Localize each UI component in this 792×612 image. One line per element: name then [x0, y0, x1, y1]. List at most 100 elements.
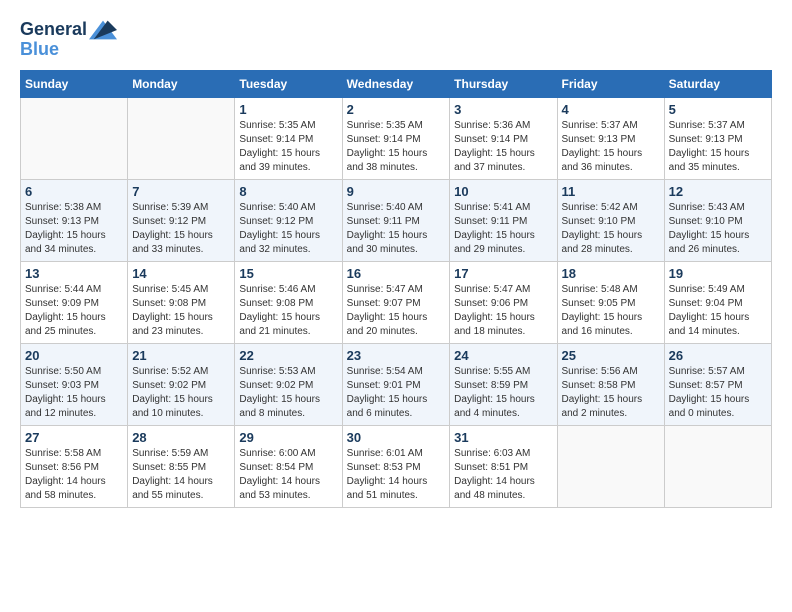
- calendar-cell: 1 Sunrise: 5:35 AMSunset: 9:14 PMDaylight…: [235, 98, 342, 180]
- calendar-cell: 28Sunrise: 5:59 AMSunset: 8:55 PMDayligh…: [128, 426, 235, 508]
- calendar-cell: 22Sunrise: 5:53 AMSunset: 9:02 PMDayligh…: [235, 344, 342, 426]
- day-info: Sunrise: 5:42 AMSunset: 9:10 PMDaylight:…: [562, 201, 660, 257]
- calendar-cell: 6 Sunrise: 5:38 AMSunset: 9:13 PMDaylight…: [21, 180, 128, 262]
- day-number: 24: [454, 348, 552, 363]
- day-info: Sunrise: 5:35 AMSunset: 9:14 PMDaylight:…: [239, 119, 337, 175]
- weekday-header: Friday: [557, 71, 664, 98]
- day-info: Sunrise: 5:43 AMSunset: 9:10 PMDaylight:…: [669, 201, 767, 257]
- day-number: 25: [562, 348, 660, 363]
- day-number: 8: [239, 184, 337, 199]
- calendar-cell: 2 Sunrise: 5:35 AMSunset: 9:14 PMDaylight…: [342, 98, 450, 180]
- day-info: Sunrise: 5:48 AMSunset: 9:05 PMDaylight:…: [562, 283, 660, 339]
- day-number: 23: [347, 348, 446, 363]
- calendar-cell: 19 Sunrise: 5:49 AMSunset: 9:04 PMDayligh…: [664, 262, 771, 344]
- day-number: 1: [239, 102, 337, 117]
- day-info: Sunrise: 5:44 AMSunset: 9:09 PMDaylight:…: [25, 283, 123, 339]
- calendar-cell: 15Sunrise: 5:46 AMSunset: 9:08 PMDayligh…: [235, 262, 342, 344]
- weekday-header: Monday: [128, 71, 235, 98]
- calendar-cell: 13 Sunrise: 5:44 AMSunset: 9:09 PMDayligh…: [21, 262, 128, 344]
- day-info: Sunrise: 6:03 AMSunset: 8:51 PMDaylight:…: [454, 447, 552, 503]
- day-info: Sunrise: 5:36 AMSunset: 9:14 PMDaylight:…: [454, 119, 552, 175]
- calendar-cell: 24 Sunrise: 5:55 AMSunset: 8:59 PMDayligh…: [450, 344, 557, 426]
- day-info: Sunrise: 5:35 AMSunset: 9:14 PMDaylight:…: [347, 119, 446, 175]
- calendar-cell: 3 Sunrise: 5:36 AMSunset: 9:14 PMDaylight…: [450, 98, 557, 180]
- calendar-cell: 10 Sunrise: 5:41 AMSunset: 9:11 PMDayligh…: [450, 180, 557, 262]
- day-info: Sunrise: 5:49 AMSunset: 9:04 PMDaylight:…: [669, 283, 767, 339]
- day-number: 6: [25, 184, 123, 199]
- day-number: 11: [562, 184, 660, 199]
- calendar-cell: 23 Sunrise: 5:54 AMSunset: 9:01 PMDayligh…: [342, 344, 450, 426]
- calendar-cell: 14 Sunrise: 5:45 AMSunset: 9:08 PMDayligh…: [128, 262, 235, 344]
- calendar-header-row: SundayMondayTuesdayWednesdayThursdayFrid…: [21, 71, 772, 98]
- day-number: 14: [132, 266, 230, 281]
- calendar-cell: 17 Sunrise: 5:47 AMSunset: 9:06 PMDayligh…: [450, 262, 557, 344]
- weekday-header: Wednesday: [342, 71, 450, 98]
- calendar-cell: 26 Sunrise: 5:57 AMSunset: 8:57 PMDayligh…: [664, 344, 771, 426]
- day-info: Sunrise: 5:39 AMSunset: 9:12 PMDaylight:…: [132, 201, 230, 257]
- day-number: 19: [669, 266, 767, 281]
- day-info: Sunrise: 5:53 AMSunset: 9:02 PMDaylight:…: [239, 365, 337, 421]
- day-info: Sunrise: 5:37 AMSunset: 9:13 PMDaylight:…: [669, 119, 767, 175]
- calendar-cell: 30 Sunrise: 6:01 AMSunset: 8:53 PMDayligh…: [342, 426, 450, 508]
- weekday-header: Saturday: [664, 71, 771, 98]
- calendar-table: SundayMondayTuesdayWednesdayThursdayFrid…: [20, 70, 772, 508]
- day-info: Sunrise: 5:57 AMSunset: 8:57 PMDaylight:…: [669, 365, 767, 421]
- day-info: Sunrise: 6:00 AMSunset: 8:54 PMDaylight:…: [239, 447, 337, 503]
- day-number: 29: [239, 430, 337, 445]
- day-info: Sunrise: 5:40 AMSunset: 9:11 PMDaylight:…: [347, 201, 446, 257]
- day-info: Sunrise: 5:55 AMSunset: 8:59 PMDaylight:…: [454, 365, 552, 421]
- day-info: Sunrise: 5:58 AMSunset: 8:56 PMDaylight:…: [25, 447, 123, 503]
- day-info: Sunrise: 5:37 AMSunset: 9:13 PMDaylight:…: [562, 119, 660, 175]
- calendar-cell: 8Sunrise: 5:40 AMSunset: 9:12 PMDaylight…: [235, 180, 342, 262]
- day-info: Sunrise: 5:47 AMSunset: 9:06 PMDaylight:…: [454, 283, 552, 339]
- day-number: 3: [454, 102, 552, 117]
- day-info: Sunrise: 5:47 AMSunset: 9:07 PMDaylight:…: [347, 283, 446, 339]
- calendar-cell: 31Sunrise: 6:03 AMSunset: 8:51 PMDayligh…: [450, 426, 557, 508]
- day-number: 5: [669, 102, 767, 117]
- weekday-header: Tuesday: [235, 71, 342, 98]
- page-header: General Blue: [20, 20, 772, 60]
- day-number: 26: [669, 348, 767, 363]
- day-info: Sunrise: 5:59 AMSunset: 8:55 PMDaylight:…: [132, 447, 230, 503]
- calendar-cell: 5 Sunrise: 5:37 AMSunset: 9:13 PMDaylight…: [664, 98, 771, 180]
- day-number: 10: [454, 184, 552, 199]
- calendar-cell: 20 Sunrise: 5:50 AMSunset: 9:03 PMDayligh…: [21, 344, 128, 426]
- calendar-cell: 25 Sunrise: 5:56 AMSunset: 8:58 PMDayligh…: [557, 344, 664, 426]
- day-number: 30: [347, 430, 446, 445]
- day-info: Sunrise: 5:45 AMSunset: 9:08 PMDaylight:…: [132, 283, 230, 339]
- day-number: 27: [25, 430, 123, 445]
- calendar-cell: 18 Sunrise: 5:48 AMSunset: 9:05 PMDayligh…: [557, 262, 664, 344]
- day-number: 2: [347, 102, 446, 117]
- day-number: 9: [347, 184, 446, 199]
- calendar-cell: 29 Sunrise: 6:00 AMSunset: 8:54 PMDayligh…: [235, 426, 342, 508]
- calendar-cell: [128, 98, 235, 180]
- calendar-week-row: 13 Sunrise: 5:44 AMSunset: 9:09 PMDayligh…: [21, 262, 772, 344]
- logo: General Blue: [20, 20, 117, 60]
- calendar-cell: 4 Sunrise: 5:37 AMSunset: 9:13 PMDaylight…: [557, 98, 664, 180]
- calendar-cell: [21, 98, 128, 180]
- day-number: 12: [669, 184, 767, 199]
- day-info: Sunrise: 5:50 AMSunset: 9:03 PMDaylight:…: [25, 365, 123, 421]
- weekday-header: Sunday: [21, 71, 128, 98]
- day-info: Sunrise: 5:56 AMSunset: 8:58 PMDaylight:…: [562, 365, 660, 421]
- day-number: 16: [347, 266, 446, 281]
- day-info: Sunrise: 5:54 AMSunset: 9:01 PMDaylight:…: [347, 365, 446, 421]
- day-info: Sunrise: 5:38 AMSunset: 9:13 PMDaylight:…: [25, 201, 123, 257]
- day-number: 18: [562, 266, 660, 281]
- logo-text: General Blue: [20, 20, 117, 60]
- day-number: 17: [454, 266, 552, 281]
- weekday-header: Thursday: [450, 71, 557, 98]
- calendar-week-row: 20 Sunrise: 5:50 AMSunset: 9:03 PMDayligh…: [21, 344, 772, 426]
- day-number: 20: [25, 348, 123, 363]
- calendar-cell: 16 Sunrise: 5:47 AMSunset: 9:07 PMDayligh…: [342, 262, 450, 344]
- day-info: Sunrise: 5:41 AMSunset: 9:11 PMDaylight:…: [454, 201, 552, 257]
- day-number: 4: [562, 102, 660, 117]
- day-info: Sunrise: 6:01 AMSunset: 8:53 PMDaylight:…: [347, 447, 446, 503]
- day-info: Sunrise: 5:52 AMSunset: 9:02 PMDaylight:…: [132, 365, 230, 421]
- calendar-cell: 27 Sunrise: 5:58 AMSunset: 8:56 PMDayligh…: [21, 426, 128, 508]
- calendar-cell: 11 Sunrise: 5:42 AMSunset: 9:10 PMDayligh…: [557, 180, 664, 262]
- calendar-cell: 21Sunrise: 5:52 AMSunset: 9:02 PMDayligh…: [128, 344, 235, 426]
- calendar-cell: [557, 426, 664, 508]
- day-number: 13: [25, 266, 123, 281]
- day-info: Sunrise: 5:46 AMSunset: 9:08 PMDaylight:…: [239, 283, 337, 339]
